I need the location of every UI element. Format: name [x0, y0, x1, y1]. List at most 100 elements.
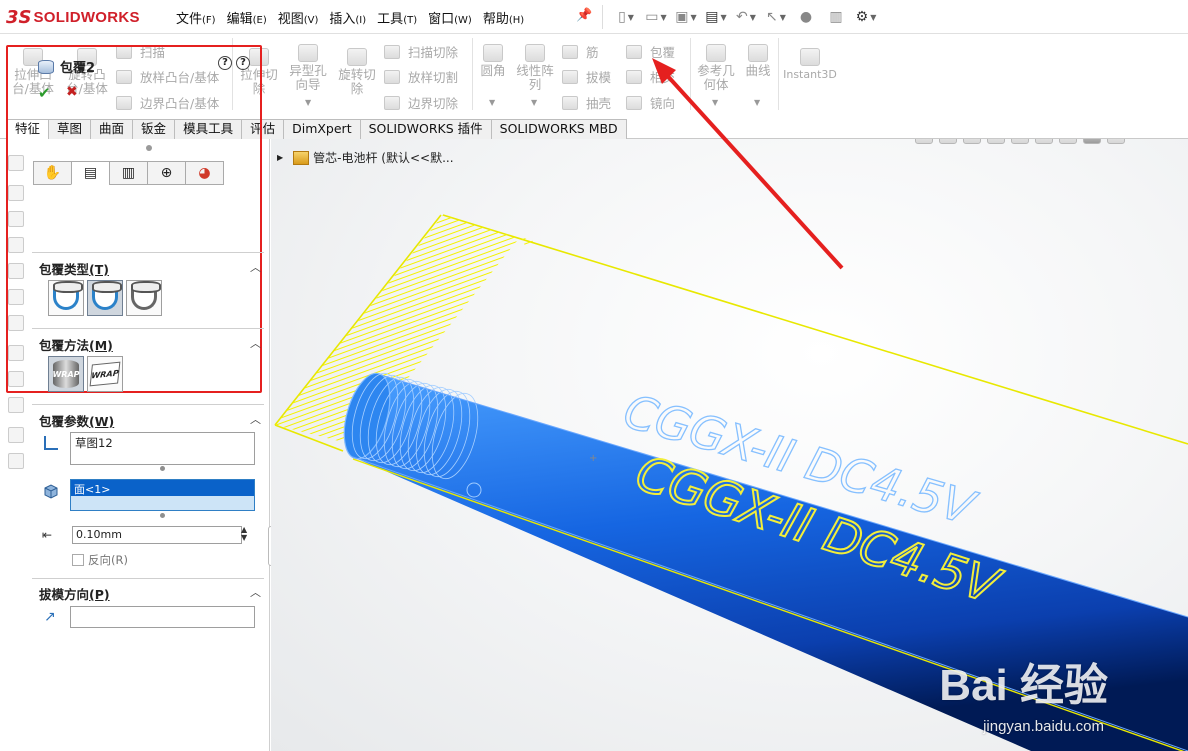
feature-icon[interactable]: [8, 427, 24, 443]
boundary-cut-button[interactable]: 边界切除: [384, 93, 458, 112]
reverse-checkbox-box[interactable]: [72, 554, 84, 566]
draft-icon: [562, 69, 578, 84]
toolbar-separator: [690, 38, 691, 110]
feature-icon[interactable]: [8, 453, 24, 469]
wrap-type-section-header[interactable]: 包覆类型(T): [39, 259, 109, 278]
reverse-direction-checkbox[interactable]: 反向 (R): [72, 552, 128, 568]
source-sketch-listbox[interactable]: 草图12: [70, 432, 255, 465]
wrap-method-analytical-button[interactable]: WRAP: [48, 356, 84, 392]
source-sketch-item[interactable]: 草图12: [75, 436, 113, 450]
pin-icon[interactable]: 📌: [576, 8, 592, 23]
undo-icon[interactable]: ↶ ▼: [735, 8, 757, 26]
dynamic-annotation-icon[interactable]: [1011, 139, 1029, 144]
instant3d-button[interactable]: Instant3D: [782, 48, 838, 82]
rib-button[interactable]: 筋: [562, 42, 599, 61]
menu-insert-label: 插入: [329, 12, 356, 27]
thickness-input[interactable]: 0.10mm: [72, 526, 242, 544]
graphics-area[interactable]: ▶ 管芯-电池杆 (默认<<默... CGGX-II DC4.5V CGGX-I…: [271, 139, 1188, 751]
reference-geometry-button[interactable]: 参考几 何体: [694, 44, 738, 92]
wrap-params-acc: (W): [89, 414, 115, 429]
print-icon[interactable]: ▤ ▼: [705, 8, 727, 26]
wrap-params-label: 包覆参数: [39, 414, 90, 429]
hide-show-items-icon[interactable]: [1083, 139, 1101, 144]
listbox-resize-handle[interactable]: [160, 466, 165, 471]
hole-wizard-dropdown-icon[interactable]: ▼: [305, 98, 311, 107]
zoom-to-area-icon[interactable]: [939, 139, 957, 144]
select-arrow-icon[interactable]: ↖ ▼: [765, 8, 787, 26]
loft-cut-button[interactable]: 放样切割: [384, 67, 458, 86]
previous-view-icon[interactable]: [963, 139, 981, 144]
wrap-method-spline-button[interactable]: WRAP: [87, 356, 123, 392]
menu-help[interactable]: 帮助(H): [483, 8, 524, 27]
sketch-icon[interactable]: [8, 397, 24, 413]
shell-button[interactable]: 抽壳: [562, 93, 611, 112]
collapse-wrap-method-icon[interactable]: ︿: [250, 335, 261, 351]
save-icon[interactable]: ▣ ▼: [675, 8, 697, 26]
options-gear-icon[interactable]: ⚙ ▼: [855, 8, 877, 26]
menu-window-label: 窗口: [428, 12, 455, 27]
zoom-to-fit-icon[interactable]: [915, 139, 933, 144]
menu-edit[interactable]: 编辑(E): [227, 8, 267, 27]
collapse-wrap-type-icon[interactable]: ︿: [250, 259, 261, 275]
section-view-icon[interactable]: [987, 139, 1005, 144]
wrap-params-section-header[interactable]: 包覆参数(W): [39, 411, 114, 430]
listbox-resize-handle[interactable]: [160, 513, 165, 518]
mirror-button[interactable]: 镜向: [626, 93, 675, 112]
hole-wizard-button[interactable]: 异型孔 向导: [284, 44, 332, 92]
cancel-button[interactable]: ✖: [66, 84, 78, 100]
linear-pattern-button[interactable]: 线性阵 列: [512, 44, 558, 92]
revolve-cut-button[interactable]: 旋转切 除: [334, 48, 380, 96]
sweep-cut-button[interactable]: 扫描切除: [384, 42, 458, 61]
edit-appearance-icon[interactable]: [1107, 139, 1125, 144]
fillet-button[interactable]: 圆角: [476, 44, 510, 78]
draft-button[interactable]: 拔模: [562, 67, 611, 86]
thickness-spinner[interactable]: ▲ ▼: [241, 526, 247, 542]
wrap-method-section-header[interactable]: 包覆方法(M): [39, 335, 113, 354]
sweep-cut-label: 扫描切除: [408, 45, 459, 60]
solidworks-logo[interactable]: 3S SOLIDWORKS: [6, 4, 156, 30]
target-face-item[interactable]: 面<1>: [71, 480, 254, 496]
curves-button[interactable]: 曲线: [740, 44, 776, 78]
curves-dropdown-icon[interactable]: ▼: [754, 98, 760, 107]
menu-tools[interactable]: 工具(T): [377, 8, 417, 27]
new-document-icon[interactable]: ▯ ▼: [615, 8, 637, 26]
intersect-button[interactable]: 相交: [626, 67, 675, 86]
tab-solidworks-mbd[interactable]: SOLIDWORKS MBD: [490, 119, 627, 139]
menu-file[interactable]: 文件(F): [176, 8, 216, 27]
menu-view-acc: (V): [303, 15, 319, 26]
menu-insert[interactable]: 插入(I): [329, 8, 366, 27]
wrap-button[interactable]: 包覆: [626, 42, 675, 61]
open-folder-icon[interactable]: ▭ ▼: [645, 8, 667, 26]
shell-icon: [562, 95, 578, 110]
help-icon[interactable]: ?: [236, 56, 250, 70]
toolbar-separator: [778, 38, 779, 110]
tab-dimxpert[interactable]: DimXpert: [283, 119, 361, 139]
tab-solidworks-addins[interactable]: SOLIDWORKS 插件: [359, 119, 492, 139]
watermark-url: jingyan.baidu.com: [983, 718, 1104, 735]
menu-view[interactable]: 视图(V): [278, 8, 319, 27]
fillet-dropdown-icon[interactable]: ▼: [489, 98, 495, 107]
display-style-icon[interactable]: [1059, 139, 1077, 144]
wrap-type-deboss-button[interactable]: [87, 280, 123, 316]
pattern-dropdown-icon[interactable]: ▼: [531, 98, 537, 107]
draft-direction-input[interactable]: [70, 606, 255, 628]
draft-direction-section-header[interactable]: 拔模方向(P): [39, 584, 110, 603]
wrap-flat-icon: WRAP: [89, 361, 121, 387]
wrap-type-scribe-button[interactable]: [126, 280, 162, 316]
menu-window[interactable]: 窗口(W): [428, 8, 472, 27]
view-orientation-icon[interactable]: [1035, 139, 1053, 144]
menu-edit-label: 编辑: [226, 12, 253, 27]
rebuild-icon[interactable]: ●: [795, 8, 817, 26]
collapse-wrap-params-icon[interactable]: ︿: [250, 411, 261, 427]
target-face-listbox[interactable]: 面<1>: [70, 479, 255, 511]
whats-wrong-help-icon[interactable]: ?: [218, 56, 232, 70]
boundary-cut-icon: [384, 95, 400, 110]
file-properties-icon[interactable]: ▥: [825, 8, 847, 26]
collapse-draft-direction-icon[interactable]: ︿: [250, 584, 261, 600]
menu-help-label: 帮助: [482, 12, 509, 27]
wrap-type-emboss-button[interactable]: [48, 280, 84, 316]
instant3d-icon: [800, 48, 820, 66]
reference-geometry-dropdown-icon[interactable]: ▼: [712, 98, 718, 107]
ok-button[interactable]: ✔: [38, 84, 51, 102]
hole-wizard-icon: [298, 44, 318, 62]
